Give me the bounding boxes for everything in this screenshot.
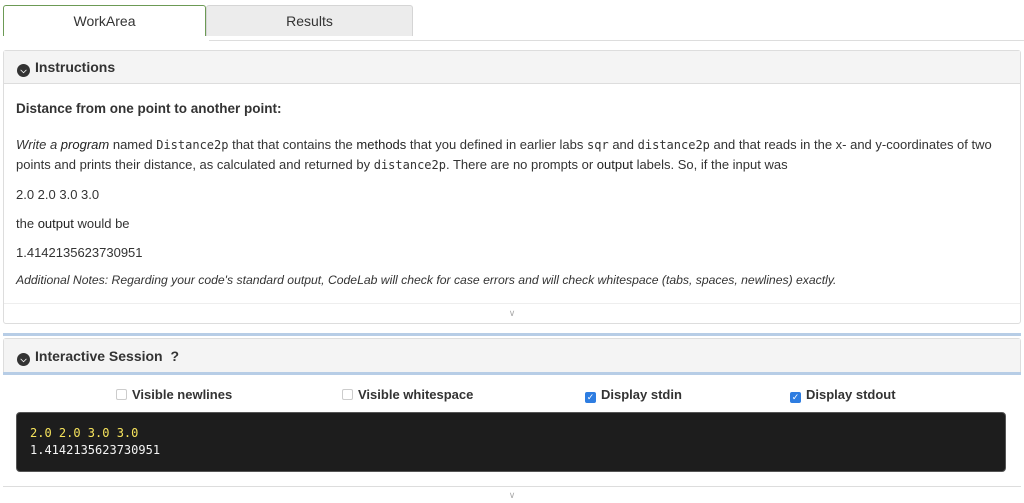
desc-text: that you defined in earlier labs: [409, 137, 584, 152]
method-sqr: sqr: [587, 138, 609, 152]
section-divider: [3, 372, 1021, 375]
desc-text: Write a: [16, 137, 58, 152]
checkbox-label: Visible newlines: [132, 387, 233, 402]
desc-text: labels. So, if the input was: [636, 157, 788, 172]
display-stdout-checkbox[interactable]: ✓ Display stdout: [790, 385, 896, 405]
method-distance2p: distance2p: [637, 138, 710, 152]
checkbox-label: Display stdout: [806, 387, 896, 402]
additional-notes: Additional Notes: Regarding your code's …: [16, 273, 837, 287]
tab-results[interactable]: Results: [206, 5, 413, 36]
instructions-header[interactable]: ⌵ Instructions: [4, 51, 1020, 84]
desc-text: and: [612, 137, 635, 152]
desc-text: that that contains the: [232, 137, 353, 152]
sample-input: 2.0 2.0 3.0 3.0: [16, 187, 100, 202]
problem-title: Distance from one point to another point…: [16, 101, 282, 116]
glossary-link-methods[interactable]: methods: [356, 137, 406, 152]
method-distance2p: distance2p: [373, 158, 446, 172]
double-chevron-down-icon: ∨: [508, 308, 516, 318]
interactive-session-panel: ⌵ Interactive Session ?: [3, 338, 1021, 374]
section-divider: [3, 333, 1021, 336]
interactive-terminal[interactable]: 2.0 2.0 3.0 3.0 1.4142135623730951: [16, 412, 1006, 472]
instructions-heading: Instructions: [35, 59, 116, 75]
instructions-panel: ⌵ Instructions Distance from one point to…: [3, 50, 1021, 324]
desc-text: named: [112, 137, 153, 152]
display-options: Visible newlines Visible whitespace ✓ Dis…: [3, 385, 1021, 407]
output-sentence: the output would be: [16, 214, 1008, 233]
terminal-stdout-line: 1.4142135623730951: [30, 443, 161, 457]
tab-divider: [209, 40, 1024, 41]
desc-text: . There are no prompts or: [445, 157, 594, 172]
glossary-link-program[interactable]: program: [61, 137, 109, 152]
tab-workarea[interactable]: WorkArea: [3, 5, 206, 36]
checkmark-icon: ✓: [585, 392, 596, 403]
problem-description: Write a program named Distance2p that th…: [16, 135, 1006, 175]
chevron-down-circle-icon: ⌵: [17, 353, 30, 366]
expand-instructions-button[interactable]: ∨: [4, 303, 1020, 323]
desc-text: would be: [77, 216, 130, 231]
glossary-link-output[interactable]: output: [597, 157, 633, 172]
sample-output: 1.4142135623730951: [16, 245, 143, 260]
double-chevron-down-icon: ∨: [508, 490, 516, 500]
checkmark-icon: ✓: [790, 392, 801, 403]
help-icon[interactable]: ?: [171, 348, 180, 364]
chevron-down-circle-icon: ⌵: [17, 64, 30, 77]
checkbox-label: Visible whitespace: [358, 387, 474, 402]
terminal-stdin-line: 2.0 2.0 3.0 3.0: [30, 426, 139, 440]
glossary-link-output[interactable]: output: [38, 216, 74, 231]
checkbox-label: Display stdin: [601, 387, 682, 402]
expand-session-button[interactable]: ∨: [3, 486, 1021, 500]
interactive-session-heading: Interactive Session: [35, 348, 163, 364]
program-name: Distance2p: [156, 138, 229, 152]
checkbox-unchecked-icon: [342, 389, 353, 400]
tab-bar: WorkArea Results: [3, 5, 1024, 41]
visible-whitespace-checkbox[interactable]: Visible whitespace: [342, 385, 473, 405]
interactive-session-header[interactable]: ⌵ Interactive Session ?: [4, 339, 1020, 373]
display-stdin-checkbox[interactable]: ✓ Display stdin: [585, 385, 682, 405]
checkbox-unchecked-icon: [116, 389, 127, 400]
desc-text: the: [16, 216, 35, 231]
visible-newlines-checkbox[interactable]: Visible newlines: [116, 385, 232, 405]
